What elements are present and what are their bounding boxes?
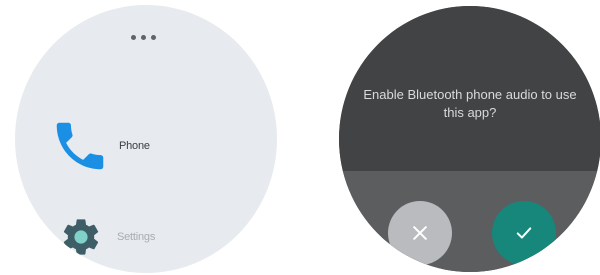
phone-icon bbox=[56, 122, 104, 170]
check-icon bbox=[516, 227, 532, 239]
more-horizontal-icon[interactable] bbox=[131, 33, 161, 41]
cancel-button[interactable] bbox=[388, 201, 452, 265]
app-label-settings: Settings bbox=[117, 231, 156, 243]
watch-face-dialog: Enable Bluetooth phone audio to use this… bbox=[339, 6, 600, 272]
dot bbox=[141, 34, 146, 40]
dialog-action-area bbox=[339, 171, 600, 272]
app-item-settings[interactable]: Settings bbox=[59, 215, 155, 259]
dialog-message: Enable Bluetooth phone audio to use this… bbox=[363, 87, 577, 120]
dot bbox=[131, 34, 136, 40]
watch-face-launcher: Phone Settings bbox=[15, 5, 277, 273]
dot bbox=[151, 34, 156, 40]
app-label-phone: Phone bbox=[119, 140, 150, 152]
gear-icon bbox=[63, 219, 99, 255]
confirm-button[interactable] bbox=[492, 201, 556, 265]
app-item-phone[interactable]: Phone bbox=[49, 115, 150, 177]
close-icon bbox=[413, 226, 427, 240]
